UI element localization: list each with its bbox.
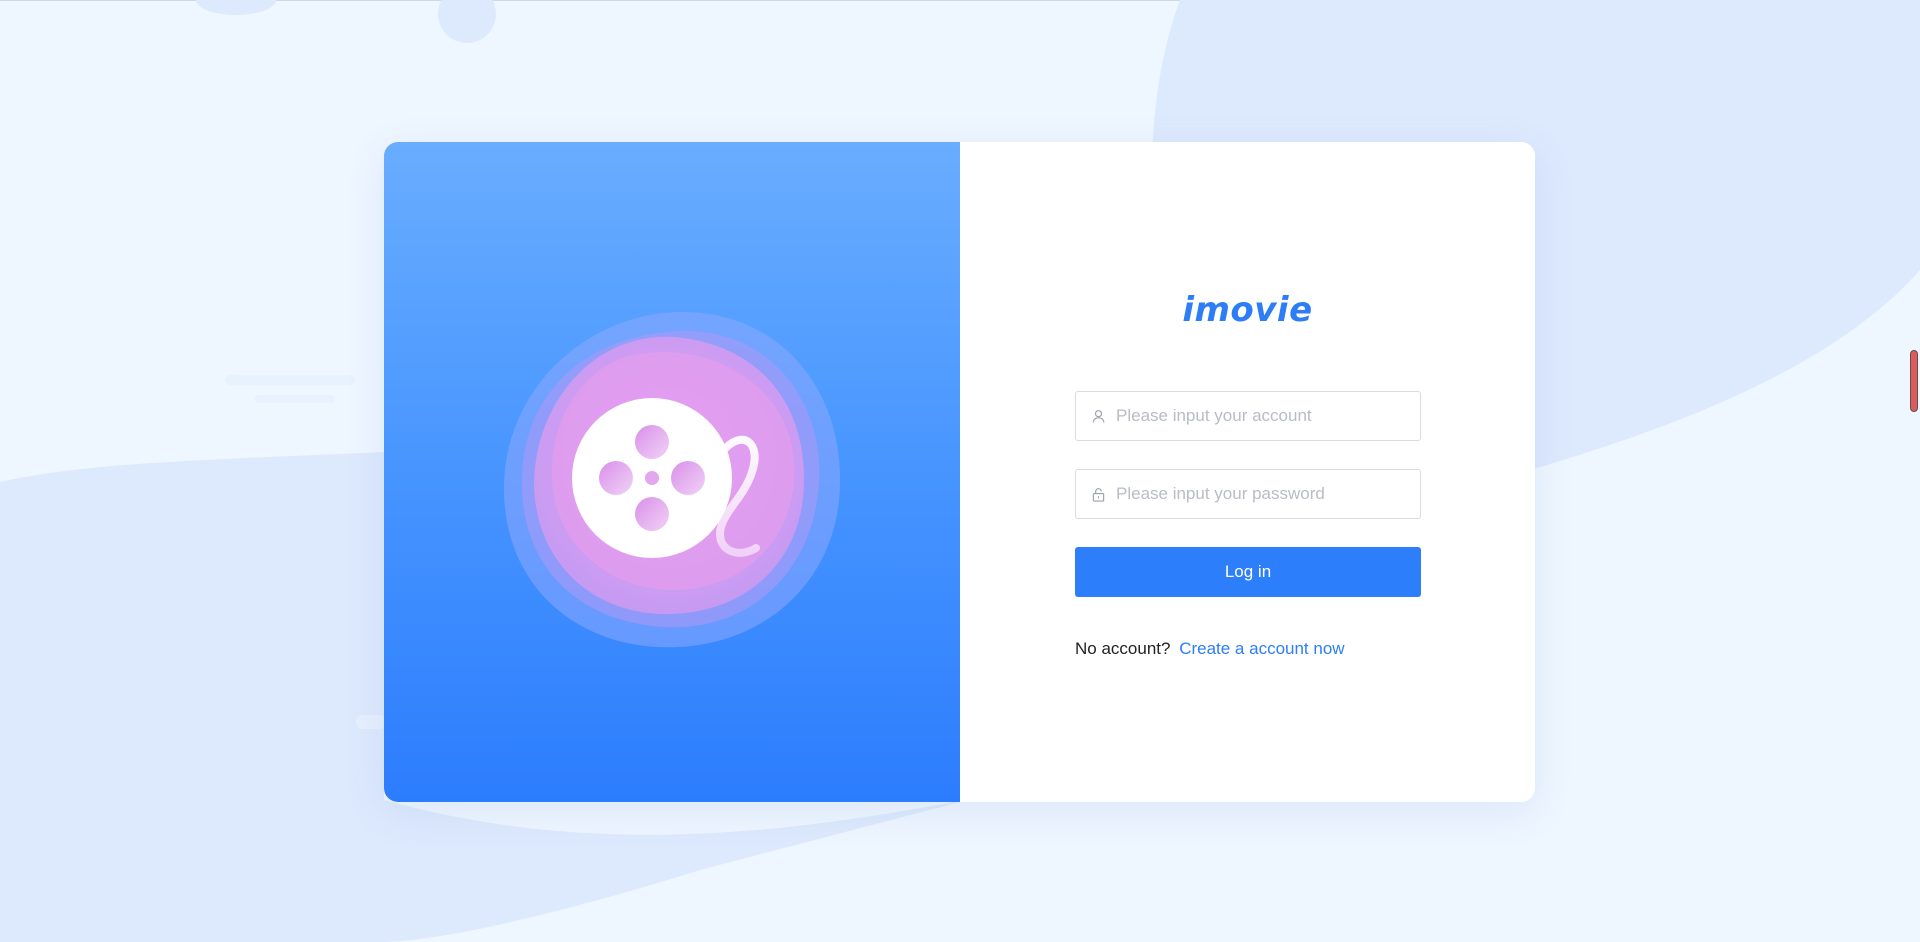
password-input[interactable] — [1114, 483, 1408, 505]
scroll-indicator[interactable] — [1910, 350, 1918, 412]
no-account-text: No account? — [1075, 639, 1171, 658]
lock-icon — [1090, 486, 1106, 502]
signup-prompt: No account? Create a account now — [1075, 639, 1421, 659]
password-field[interactable] — [1075, 469, 1421, 519]
login-card: imovie Please input your account Log in … — [384, 142, 1535, 802]
login-panel: imovie Please input your account Log in … — [960, 142, 1535, 802]
account-input[interactable] — [1114, 405, 1408, 427]
create-account-link[interactable]: Create a account now — [1179, 639, 1344, 658]
login-form: Log in No account? Create a account now — [1075, 391, 1421, 659]
illustration-panel — [384, 142, 960, 802]
account-field[interactable] — [1075, 391, 1421, 441]
app-logo: imovie — [1182, 290, 1313, 330]
user-icon — [1090, 408, 1106, 424]
film-reel-icon — [503, 311, 841, 648]
login-button[interactable]: Log in — [1075, 547, 1421, 597]
